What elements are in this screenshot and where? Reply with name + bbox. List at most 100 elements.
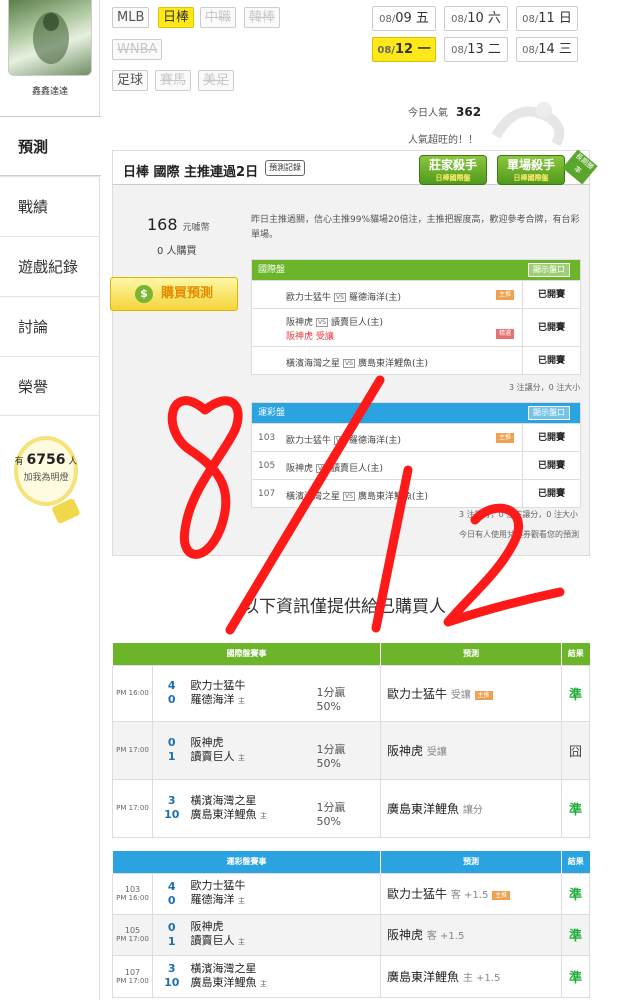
fans-subtitle: 加我為明燈 [23, 473, 69, 483]
fans-count: 6756 [26, 452, 66, 468]
sidebar-item-game-log[interactable]: 遊戲紀錄 [0, 236, 100, 296]
team-away: 橫濱海灣之星 [190, 793, 257, 807]
sport-tag-horse[interactable]: 賽馬 [155, 70, 192, 91]
teams: 阪神虎 讀賣巨人 主 [190, 913, 381, 956]
list-item: 阪神虎 VS 讀賣巨人(主) 阪神虎 受讓 精選 已開賽 [252, 308, 580, 346]
sport-tag-cpbl[interactable]: 中職 [200, 7, 237, 28]
column-header-match: 國際盤賽事 [112, 643, 381, 665]
game-time: PM 16:00 [116, 894, 149, 902]
badge-single-killer: 單場殺手 日棒國際盤 [497, 155, 565, 185]
team-home: 廣島東洋鯉魚 [190, 975, 257, 989]
main-pick-marker: 主推 [496, 433, 514, 443]
score-away: 3 [167, 794, 176, 807]
teams: 歐力士猛牛 羅德海洋 主 [190, 872, 381, 915]
pick-team: 廣島東洋鯉魚 [387, 969, 460, 984]
team-away: 橫濱海灣之星 [286, 492, 341, 502]
buy-button-label: 購買預測 [160, 286, 213, 301]
fans-lightbulb[interactable]: 有 6756 人 加我為明燈 [6, 436, 86, 525]
table-header-row: 運彩盤賽事 預測 結果 [112, 851, 590, 873]
date-tab-0812[interactable]: 08/12 一 [372, 37, 436, 62]
team-away: 橫濱海灣之星 [190, 961, 257, 975]
show-odds-button[interactable]: 顯示盤口 [528, 263, 570, 277]
prediction-record-button[interactable]: 預測記錄 [265, 160, 305, 176]
game-info: 105 PM 17:00 [112, 913, 153, 956]
date-tab-0811[interactable]: 08/11 日 [516, 6, 578, 31]
popularity: 今日人氣 362 [408, 104, 481, 119]
lottery-mini-table: 運彩盤 顯示盤口 103 歐力士猛牛 VS 羅德海洋(主) 主推 已開賽 105 阪神虎 VS 讀… [251, 402, 581, 508]
intl-note: 3 注讓分，0 注大小 [509, 383, 581, 392]
date-tab-0813[interactable]: 08/13 二 [444, 37, 508, 62]
sidebar-item-prediction[interactable]: 預測 [0, 116, 101, 176]
team-home: 廣島東洋鯉魚(主) [357, 492, 428, 502]
sport-tag-wnba[interactable]: WNBA [112, 39, 163, 60]
sidebar-item-honor[interactable]: 榮譽 [0, 356, 100, 416]
sport-tag-soccer[interactable]: 足球 [112, 70, 149, 91]
matchup: 阪神虎 VS 讀賣巨人(主) [286, 461, 383, 474]
popularity-label: 今日人氣 [408, 108, 448, 119]
team-away: 歐力士猛牛 [190, 879, 246, 892]
team-away: 歐力士猛牛 [190, 678, 246, 692]
table-row: PM 17:00 3 10 橫濱海灣之星 廣島東洋鯉魚 主 1分贏 50% 廣島東洋鯉… [112, 778, 590, 838]
game-number: 103 [258, 433, 276, 443]
scores: 40 [152, 872, 191, 915]
game-time: PM 17:00 [112, 778, 153, 838]
team-home: 讀賣巨人 [190, 934, 235, 947]
scores: 01 [152, 720, 191, 780]
buyers-count: 0 人購買 [157, 246, 197, 257]
team-away: 阪神虎 [286, 464, 314, 474]
badge-sub: 日棒國際盤 [513, 174, 549, 182]
pick-team: 廣島東洋鯉魚 [387, 801, 460, 816]
home-mark: 主 [238, 753, 245, 762]
date-tab-0809[interactable]: 08/09 五 [372, 6, 436, 31]
main-pick-marker: 主推 [492, 891, 511, 900]
handicap-percent: 50% [316, 700, 341, 713]
prediction-description: 昨日主推過關，信心主推99%貓場20倍注，主推把握度高，歡迎參考合牌，有台彩單場… [251, 215, 580, 240]
table-row: 105 PM 17:00 01 阪神虎 讀賣巨人 主 阪神虎 客 +1.5 準 [112, 913, 590, 956]
handicap-percent: 50% [316, 815, 341, 828]
status: 已開賽 [522, 424, 580, 451]
prediction-cell: 歐力士猛牛 客 +1.5 主推 [380, 872, 562, 915]
username[interactable]: 鑫鑫達達 [0, 84, 100, 97]
team-home: 廣島東洋鯉魚(主) [357, 359, 428, 369]
show-odds-button[interactable]: 顯示盤口 [528, 406, 570, 420]
sidebar-item-record[interactable]: 戰績 [0, 176, 100, 236]
pick-hint: 受讓 [450, 689, 471, 701]
score-home: 0 [167, 693, 176, 706]
teams: 歐力士猛牛 羅德海洋 主 [190, 664, 313, 722]
list-item: 103 歐力士猛牛 VS 羅德海洋(主) 主推 已開賽 [252, 423, 580, 451]
sport-tag-nfl[interactable]: 美足 [198, 70, 235, 91]
score-away: 0 [167, 920, 176, 934]
home-mark: 主 [260, 811, 267, 820]
sport-tag-mlb[interactable]: MLB [112, 7, 150, 28]
list-item: 105 阪神虎 VS 讀賣巨人(主) 已開賽 [252, 451, 580, 479]
vs-icon: VS [316, 464, 328, 473]
date-tab-0810[interactable]: 08/10 六 [444, 6, 508, 31]
pick-team: 歐力士猛牛 [387, 686, 448, 701]
pick-hint: 客 +1.5 [426, 931, 465, 942]
sport-tag-kbo[interactable]: 韓棒 [244, 7, 281, 28]
date-month: 08/ [522, 14, 539, 25]
sidebar-item-discussion[interactable]: 討論 [0, 296, 100, 356]
price: 168 元噱幣 [147, 215, 210, 234]
status: 已開賽 [522, 480, 580, 507]
date-day: 12 [394, 42, 414, 57]
intl-mini-table: 國際盤 顯示盤口 歐力士猛牛 VS 羅德海洋(主) 主推 已開賽 阪神虎 VS 讀賣巨人(主)… [251, 259, 581, 375]
prediction-cell: 歐力士猛牛 受讓 主推 [380, 664, 562, 722]
game-number: 107 [258, 489, 276, 499]
home-mark: 主 [238, 938, 245, 946]
buy-prediction-button[interactable]: $ 購買預測 [110, 277, 238, 311]
score-away: 0 [167, 736, 176, 749]
avatar[interactable] [8, 0, 92, 76]
handicap-percent: 50% [316, 757, 341, 770]
table-row: 107 PM 17:00 3 10 橫濱海灣之星 廣島東洋鯉魚 主 廣島東洋鯉魚 主 … [112, 954, 590, 998]
handicap: 1分贏 50% [312, 720, 381, 780]
table-row: 103 PM 16:00 40 歐力士猛牛 羅德海洋 主 歐力士猛牛 客 +1.5 … [112, 872, 590, 915]
prediction-cell: 阪神虎 受讓 [380, 720, 562, 780]
main-pick-marker: 主推 [474, 690, 493, 700]
status: 已開賽 [522, 347, 580, 374]
sport-tag-npb[interactable]: 日棒 [158, 7, 195, 28]
team-away: 歐力士猛牛 [286, 293, 332, 303]
date-tab-0814[interactable]: 08/14 三 [516, 37, 578, 62]
fans-count-text: 有 6756 人 [6, 452, 86, 468]
handicap-line: 1分贏 [316, 801, 346, 814]
